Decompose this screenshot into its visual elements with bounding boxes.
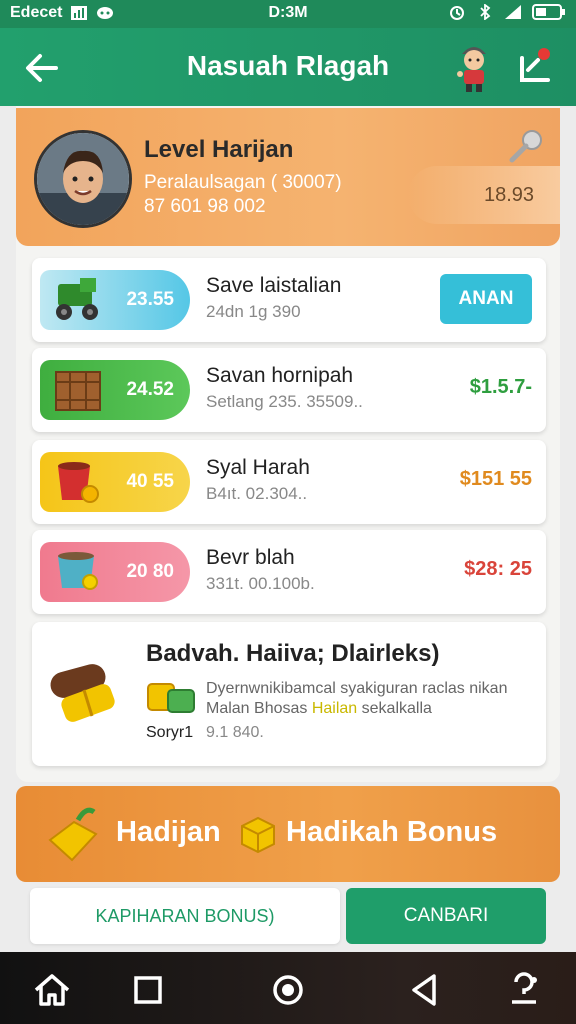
level-id-number: 87 601 98 002 (144, 196, 266, 217)
crate-icon (55, 371, 101, 411)
pill-value: 20 80 (126, 561, 174, 582)
claim-bonus-button[interactable]: KAPIHARAN BONUS) (30, 888, 340, 944)
item-subtitle: B4ıt. 02.304.. (206, 484, 308, 503)
item-subtitle: Setlang 235. 35509.. (206, 392, 363, 411)
bundle-description-line2: Malan Bhosas Hailan sekalkalla (206, 700, 432, 717)
list-item[interactable]: 20 80 Bevr blah 331t. 00.100b. $28: 25 (32, 530, 546, 614)
bonus-text-1: Hadijan (116, 816, 221, 848)
home-icon[interactable] (32, 970, 72, 1010)
assistant-icon[interactable] (504, 970, 544, 1010)
item-subtitle: 24dn 1g 390 (206, 302, 301, 321)
level-score: 18.93 (484, 184, 535, 206)
pill-value: 24.52 (126, 379, 174, 400)
pill-value: 23.55 (126, 289, 174, 310)
level-card: Level Harijan Peralaulsagan ( 30007) 87 … (16, 108, 560, 246)
value-pill: 40 55 (40, 452, 190, 512)
pill-value: 40 55 (126, 471, 174, 492)
profile-avatar-icon (37, 133, 129, 225)
gold-gift-icon (48, 807, 98, 862)
list-item[interactable]: 24.52 Savan hornipah Setlang 235. 35509.… (32, 348, 546, 432)
item-title: Savan hornipah (206, 364, 354, 387)
tractor-icon (56, 278, 98, 320)
value-pill: 23.55 (40, 270, 190, 330)
status-bar: Edecet D:3M (0, 0, 576, 28)
bundle-tag-label: Soryr1 (146, 724, 194, 741)
level-name: Level Harijan (144, 136, 294, 163)
signal-icon (505, 5, 521, 19)
list-item[interactable]: 23.55 Save laistalian 24dn 1g 390 ANAN (32, 258, 546, 342)
item-title: Save laistalian (206, 274, 342, 297)
action-button[interactable]: ANAN (440, 274, 532, 324)
confirm-button[interactable]: CANBARI (346, 888, 546, 944)
list-item[interactable]: 40 55 Syal Harah B4ıt. 02.304.. $151 55 (32, 440, 546, 524)
circle-home-icon[interactable] (268, 970, 308, 1010)
item-price: $1.5.7- (469, 376, 532, 398)
item-title: Syal Harah (206, 456, 310, 479)
log-bundle-icon (50, 664, 115, 722)
item-title: Bevr blah (206, 546, 295, 569)
alarm-icon (450, 6, 464, 20)
bluetooth-icon (480, 4, 491, 20)
gold-box-icon (241, 816, 275, 854)
bonus-text-2: Hadikah Bonus (286, 816, 498, 848)
avatar[interactable] (34, 130, 132, 228)
item-price: $151 55 (459, 468, 532, 490)
share-icon[interactable] (514, 44, 558, 88)
bundle-description-line1: Dyernwnikibamcal syakiguran raclas nikan (206, 680, 508, 697)
gold-bars-icon (147, 683, 195, 713)
value-pill: 20 80 (40, 542, 190, 602)
level-subtitle: Peralaulsagan ( 30007) (144, 172, 342, 193)
recents-icon[interactable] (128, 970, 168, 1010)
back-triangle-icon[interactable] (404, 970, 444, 1010)
bundle-tag-value: 9.1 840. (206, 724, 264, 741)
pin-icon[interactable] (506, 126, 546, 166)
bundle-card[interactable]: Badvah. Haiiva; Dlairleks) Dyernwnikibam… (32, 622, 546, 766)
cup-icon (58, 462, 99, 503)
bundle-title: Badvah. Haiiva; Dlairleks) (146, 640, 440, 667)
highlight-text: Hailan (311, 700, 358, 717)
pot-icon (58, 552, 98, 590)
item-price: $28: 25 (464, 558, 532, 580)
bonus-banner[interactable]: Hadijan Hadikah Bonus (16, 786, 560, 882)
app-bar: Nasuah Rlagah (0, 28, 576, 106)
value-pill: 24.52 (40, 360, 190, 420)
character-avatar-icon[interactable] (452, 40, 496, 92)
system-nav-bar (0, 952, 576, 1024)
battery-icon (532, 4, 565, 20)
item-subtitle: 331t. 00.100b. (206, 574, 315, 593)
